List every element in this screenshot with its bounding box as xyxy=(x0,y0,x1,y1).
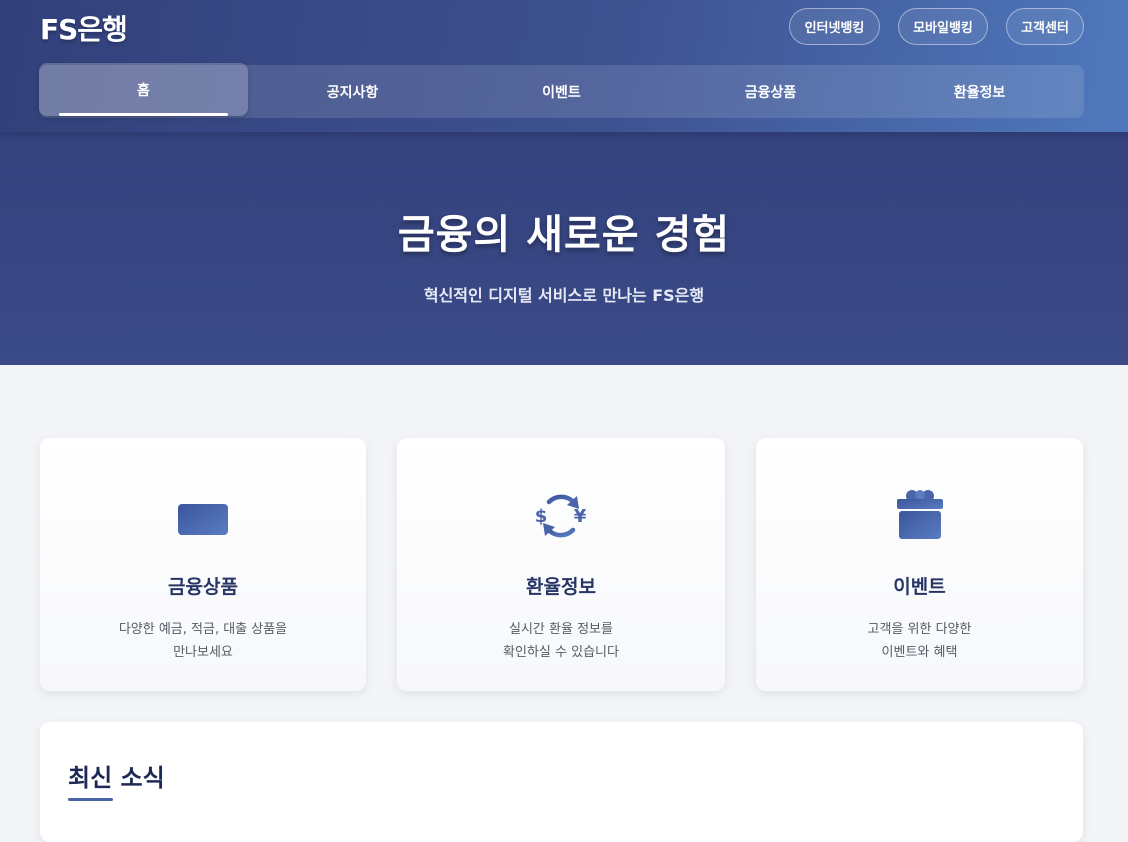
card-title: 환율정보 xyxy=(526,576,596,598)
card-exchange-rates[interactable]: $ ¥ 환율정보 실시간 환율 정보를 확인하실 수 있습니다 xyxy=(397,438,725,691)
nav-item-home[interactable]: 홈 xyxy=(39,63,248,116)
card-description-line: 실시간 환율 정보를 xyxy=(509,622,613,637)
hero-subtitle: 혁신적인 디지털 서비스로 만나는 FS은행 xyxy=(423,286,705,305)
currency-exchange-icon: $ ¥ xyxy=(535,494,587,538)
main-nav: 홈 공지사항 이벤트 금융상품 환율정보 xyxy=(39,63,1084,118)
hero-banner: 금융의 새로운 경험 혁신적인 디지털 서비스로 만나는 FS은행 xyxy=(0,132,1128,365)
title-underline xyxy=(68,798,113,801)
gift-icon xyxy=(896,490,943,539)
nav-item-exchange[interactable]: 환율정보 xyxy=(875,65,1084,118)
site-header: FS은행 인터넷뱅킹 모바일뱅킹 고객센터 홈 공지사항 이벤트 금융상품 환율… xyxy=(0,0,1128,132)
card-description-line: 이벤트와 혜택 xyxy=(881,645,958,660)
card-title: 이벤트 xyxy=(893,576,946,598)
card-financial-products[interactable]: 금융상품 다양한 예금, 적금, 대출 상품을 만나보세요 xyxy=(40,438,366,691)
svg-text:¥: ¥ xyxy=(574,506,587,527)
nav-item-events[interactable]: 이벤트 xyxy=(457,65,666,118)
bank-logo[interactable]: FS은행 xyxy=(40,8,128,48)
card-description-line: 다양한 예금, 적금, 대출 상품을 xyxy=(118,622,288,637)
nav-item-label: 금융상품 xyxy=(744,84,797,101)
card-description-line: 고객을 위한 다양한 xyxy=(867,622,972,637)
internet-banking-button[interactable]: 인터넷뱅킹 xyxy=(789,8,880,45)
card-description-line: 확인하실 수 있습니다 xyxy=(503,645,619,660)
credit-card-icon xyxy=(178,504,228,535)
top-links: 인터넷뱅킹 모바일뱅킹 고객센터 xyxy=(789,8,1084,45)
card-description: 고객을 위한 다양한 이벤트와 혜택 xyxy=(776,618,1063,664)
card-events[interactable]: 이벤트 고객을 위한 다양한 이벤트와 혜택 xyxy=(756,438,1083,691)
nav-item-label: 이벤트 xyxy=(542,84,581,101)
mobile-banking-button[interactable]: 모바일뱅킹 xyxy=(898,8,988,45)
latest-news-section: 최신 소식 xyxy=(40,722,1083,842)
customer-center-button[interactable]: 고객센터 xyxy=(1006,8,1084,45)
nav-item-notices[interactable]: 공지사항 xyxy=(248,65,457,118)
card-title: 금융상품 xyxy=(168,576,238,598)
card-description: 다양한 예금, 적금, 대출 상품을 만나보세요 xyxy=(60,618,346,664)
nav-item-label: 홈 xyxy=(137,82,150,99)
nav-item-label: 공지사항 xyxy=(326,84,379,101)
nav-item-label: 환율정보 xyxy=(953,84,1006,101)
card-description: 실시간 환율 정보를 확인하실 수 있습니다 xyxy=(417,618,705,664)
svg-text:$: $ xyxy=(535,506,548,527)
card-description-line: 만나보세요 xyxy=(173,645,233,660)
hero-title: 금융의 새로운 경험 xyxy=(397,212,731,258)
nav-item-products[interactable]: 금융상품 xyxy=(666,65,875,118)
active-indicator xyxy=(59,113,228,116)
section-title: 최신 소식 xyxy=(68,764,165,792)
